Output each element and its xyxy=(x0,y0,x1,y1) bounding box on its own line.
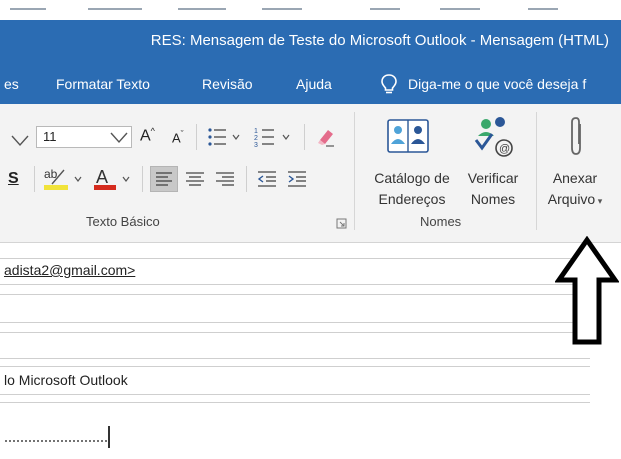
dialog-launcher-icon[interactable] xyxy=(336,218,348,230)
field-divider xyxy=(0,332,590,333)
address-book-button[interactable]: Catálogo de Endereços xyxy=(362,112,458,212)
attach-file-label-line2: Arquivo ▾ xyxy=(542,189,608,212)
ribbon-tab-bar: es Formatar Texto Revisão Ajuda Diga-me … xyxy=(0,64,621,104)
attach-file-label-line1: Anexar xyxy=(552,170,598,186)
tab-message[interactable]: es xyxy=(4,76,19,92)
bullets-icon[interactable] xyxy=(206,126,250,148)
increase-indent-icon[interactable] xyxy=(284,166,310,192)
divider xyxy=(196,124,197,150)
font-size-dropdown-icon xyxy=(110,132,128,144)
group-separator xyxy=(536,112,537,230)
font-size-value: 11 xyxy=(43,129,57,144)
divider xyxy=(304,124,305,150)
align-left-icon xyxy=(156,172,172,186)
font-name-dropdown-arrow-icon[interactable] xyxy=(6,128,36,152)
tab-help[interactable]: Ajuda xyxy=(296,76,332,92)
check-names-label: Verificar Nomes xyxy=(458,168,528,210)
align-center-icon[interactable] xyxy=(182,166,208,192)
shrink-font-button[interactable]: Aˇ xyxy=(172,129,184,145)
grow-font-button[interactable]: A^ xyxy=(140,126,155,145)
divider xyxy=(34,166,35,192)
text-cursor xyxy=(108,426,110,448)
group-label-basic-text: Texto Básico xyxy=(86,214,160,229)
tab-review[interactable]: Revisão xyxy=(202,76,253,92)
field-divider xyxy=(0,394,590,395)
tell-me-box[interactable]: Diga-me o que você deseja f xyxy=(380,72,586,96)
group-separator xyxy=(354,112,355,230)
address-book-label-line1: Catálogo de xyxy=(374,170,450,186)
window-title: RES: Mensagem de Teste do Microsoft Outl… xyxy=(150,32,609,49)
field-divider xyxy=(0,322,590,323)
paperclip-icon xyxy=(571,117,581,155)
tab-format-text[interactable]: Formatar Texto xyxy=(56,76,150,92)
to-recipient[interactable]: adista2@gmail.com> xyxy=(4,262,135,278)
check-names-button[interactable]: @ Verificar Nomes xyxy=(458,112,528,212)
field-divider xyxy=(0,366,590,367)
tell-me-text: Diga-me o que você deseja f xyxy=(408,76,587,92)
svg-text:@: @ xyxy=(499,143,510,155)
font-color-icon[interactable]: A xyxy=(92,164,136,194)
check-names-label-line2: Nomes xyxy=(470,191,516,207)
shrink-font-label: A xyxy=(172,130,181,146)
group-label-names: Nomes xyxy=(420,214,462,229)
field-divider xyxy=(0,294,590,295)
attach-file-label: Anexar Arquivo ▾ xyxy=(542,168,608,212)
field-divider xyxy=(0,284,590,285)
body-text-dotted xyxy=(4,440,108,442)
decrease-indent-icon[interactable] xyxy=(254,166,280,192)
ribbon: 11 A^ Aˇ 1 2 3 S ab A Texto Básico Catál… xyxy=(0,104,621,243)
svg-text:1: 1 xyxy=(254,128,258,135)
highlight-color-icon[interactable]: ab xyxy=(42,164,88,194)
check-names-icon: @ xyxy=(474,117,513,157)
divider xyxy=(142,166,143,192)
field-divider xyxy=(0,358,590,359)
top-strip xyxy=(0,0,621,20)
outlook-message-window: RES: Mensagem de Teste do Microsoft Outl… xyxy=(0,0,621,459)
svg-text:2: 2 xyxy=(254,135,258,142)
field-divider xyxy=(0,402,590,403)
numbering-icon[interactable]: 1 2 3 xyxy=(254,126,298,148)
attach-file-label-line2-text: Arquivo xyxy=(547,191,596,207)
address-book-icon xyxy=(387,119,429,153)
annotation-arrow-icon xyxy=(555,236,619,345)
check-names-label-line1: Verificar xyxy=(467,170,519,186)
top-strip-marks xyxy=(0,6,621,14)
address-book-label-line2: Endereços xyxy=(378,191,446,207)
title-bar: RES: Mensagem de Teste do Microsoft Outl… xyxy=(0,0,621,64)
lightbulb-icon xyxy=(381,74,397,94)
underline-button[interactable]: S xyxy=(8,170,19,188)
font-color-glyph: A xyxy=(96,167,108,187)
attach-file-dropdown-icon: ▾ xyxy=(595,196,603,206)
font-size-combo[interactable]: 11 xyxy=(36,126,132,148)
address-book-label: Catálogo de Endereços xyxy=(366,168,458,210)
svg-text:3: 3 xyxy=(254,142,258,148)
align-right-icon[interactable] xyxy=(212,166,238,192)
divider xyxy=(246,166,247,192)
field-divider xyxy=(0,258,590,259)
align-left-button[interactable] xyxy=(150,166,178,192)
clear-formatting-icon[interactable] xyxy=(314,124,338,148)
subject-field[interactable]: lo Microsoft Outlook xyxy=(4,372,128,388)
grow-font-label: A xyxy=(140,127,151,145)
attach-file-button[interactable]: Anexar Arquivo ▾ xyxy=(542,112,618,212)
